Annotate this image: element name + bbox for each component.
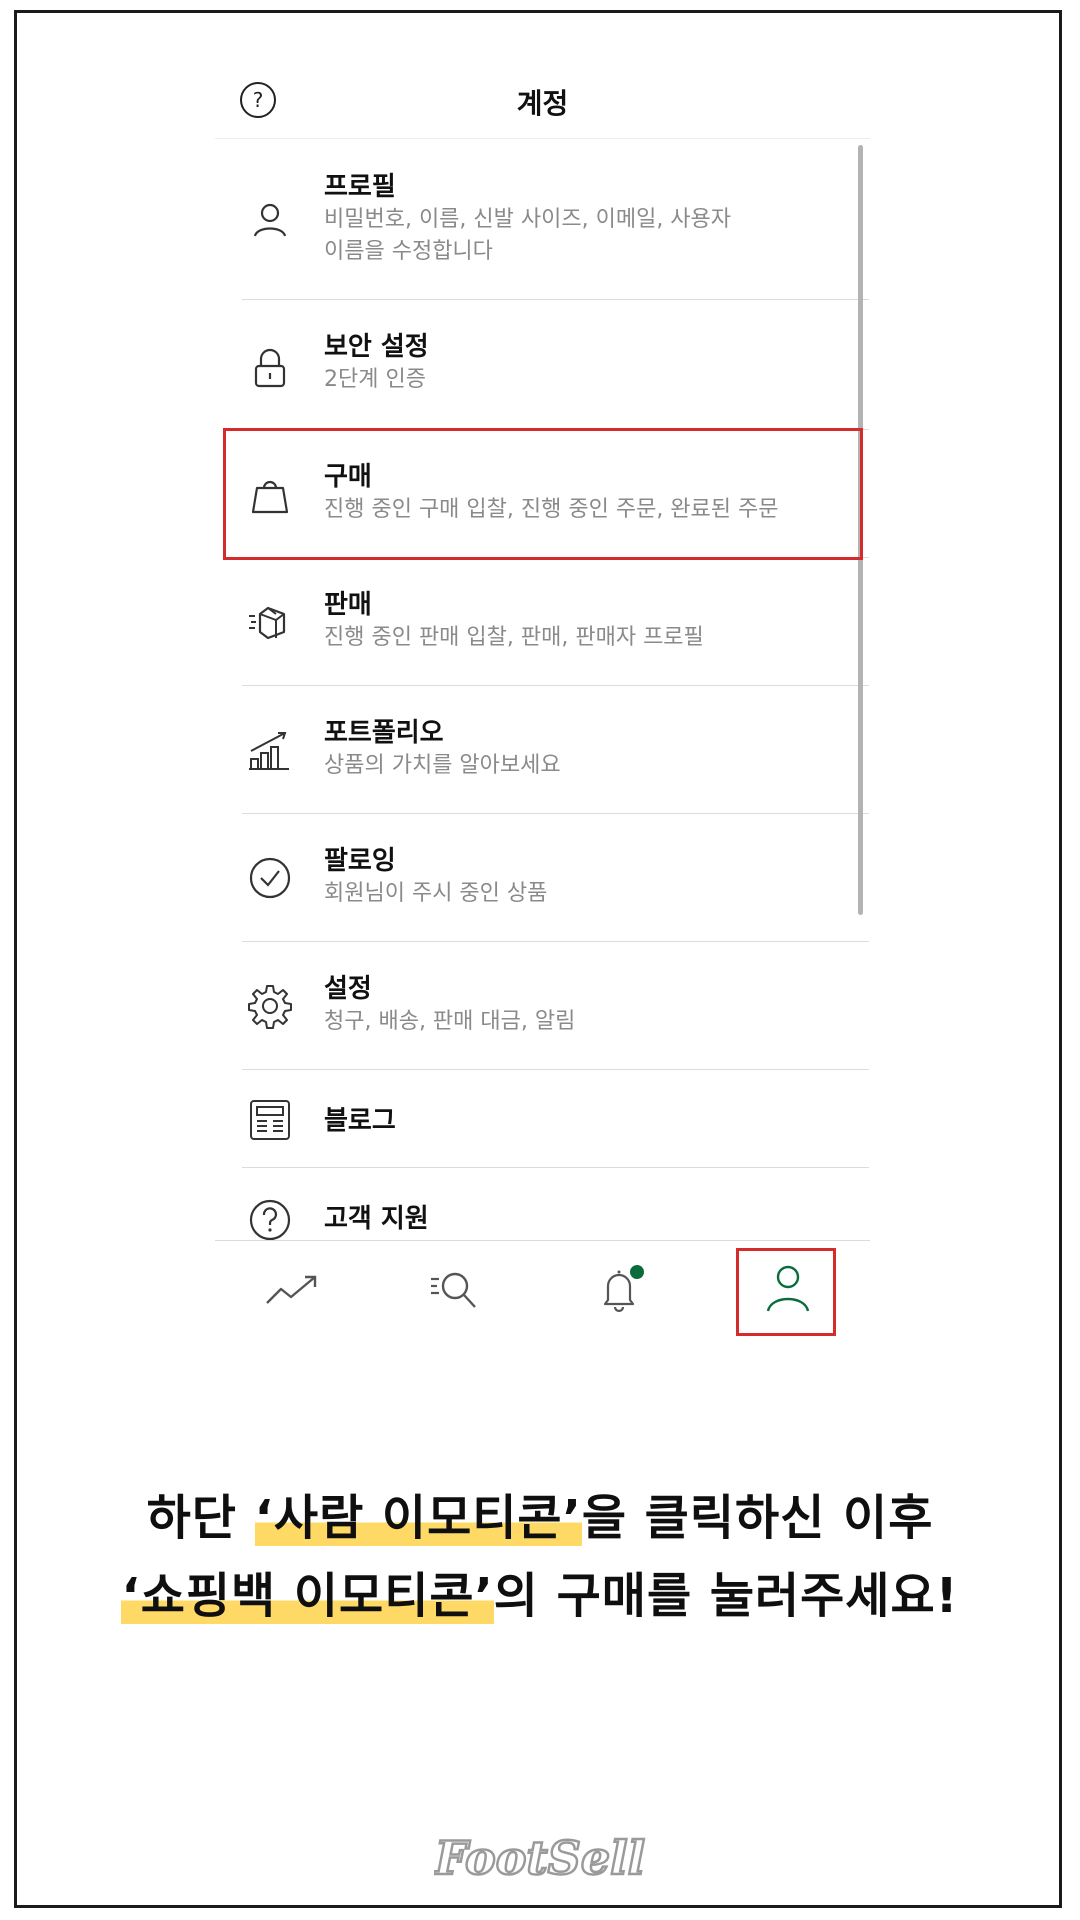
menu-item-title: 팔로잉 bbox=[324, 846, 396, 876]
account-menu-list: 프로필 비밀번호, 이름, 신발 사이즈, 이메일, 사용자 이름을 수정합니다… bbox=[215, 140, 870, 1305]
menu-item-portfolio[interactable]: 포트폴리오 상품의 가치를 알아보세요 bbox=[242, 686, 869, 814]
search-list-icon bbox=[427, 1267, 483, 1315]
menu-item-title: 보안 설정 bbox=[324, 332, 429, 362]
caption-text: 하단 bbox=[146, 1490, 255, 1546]
header-divider bbox=[215, 138, 870, 139]
purchase-highlight-box bbox=[223, 428, 863, 560]
menu-item-description: 상품의 가치를 알아보세요 bbox=[324, 753, 561, 778]
instruction-line-1: 하단 ‘사람 이모티콘’을 클릭하신 이후 bbox=[0, 1478, 1080, 1548]
page-title: 계정 bbox=[516, 87, 569, 120]
menu-item-description: 회원님이 주시 중인 상품 bbox=[324, 881, 548, 906]
account-screen: ? 계정 프로필 비밀번호, 이름, 신발 사이즈, 이메일, 사용자 이름을 … bbox=[215, 60, 870, 1350]
logo-wordmark: FootSell bbox=[434, 1831, 645, 1885]
tab-trending[interactable] bbox=[243, 1251, 343, 1331]
caption-text: 을 클릭하신 이후 bbox=[581, 1490, 934, 1546]
lock-icon bbox=[242, 340, 298, 396]
menu-item-title: 프로필 bbox=[324, 172, 396, 202]
menu-item-description: 2단계 인증 bbox=[324, 367, 426, 392]
menu-item-title: 고객 지원 bbox=[324, 1204, 429, 1234]
menu-item-description: 비밀번호, 이름, 신발 사이즈, 이메일, 사용자 이름을 수정합니다 bbox=[324, 207, 732, 264]
menu-item-sell[interactable]: 판매 진행 중인 판매 입찰, 판매, 판매자 프로필 bbox=[242, 558, 869, 686]
menu-item-blog[interactable]: 블로그 bbox=[242, 1070, 869, 1168]
person-icon bbox=[242, 192, 298, 248]
blog-icon bbox=[242, 1092, 298, 1148]
tab-search[interactable] bbox=[405, 1251, 505, 1331]
bell-icon bbox=[595, 1264, 645, 1318]
caption-highlight: ‘쇼핑백 이모티콘’ bbox=[121, 1568, 494, 1624]
gear-icon bbox=[242, 978, 298, 1034]
caption-text: 의 구매를 눌러주세요! bbox=[493, 1568, 959, 1624]
menu-item-title: 포트폴리오 bbox=[324, 718, 444, 748]
trending-icon bbox=[265, 1271, 321, 1311]
menu-item-title: 판매 bbox=[324, 590, 372, 620]
check-circle-icon bbox=[242, 850, 298, 906]
portfolio-chart-icon bbox=[242, 722, 298, 778]
menu-item-title: 블로그 bbox=[324, 1106, 396, 1136]
footsell-logo: FootSell bbox=[432, 1818, 647, 1898]
box-icon bbox=[242, 594, 298, 650]
instruction-line-2: ‘쇼핑백 이모티콘’의 구매를 눌러주세요! bbox=[0, 1556, 1080, 1626]
tab-notifications[interactable] bbox=[570, 1251, 670, 1331]
menu-item-following[interactable]: 팔로잉 회원님이 주시 중인 상품 bbox=[242, 814, 869, 942]
menu-item-security[interactable]: 보안 설정 2단계 인증 bbox=[242, 300, 869, 430]
menu-item-description: 진행 중인 판매 입찰, 판매, 판매자 프로필 bbox=[324, 625, 704, 650]
menu-item-title: 설정 bbox=[324, 974, 372, 1004]
menu-item-profile[interactable]: 프로필 비밀번호, 이름, 신발 사이즈, 이메일, 사용자 이름을 수정합니다 bbox=[242, 140, 869, 300]
caption-highlight: ‘사람 이모티콘’ bbox=[254, 1490, 582, 1546]
menu-item-description: 청구, 배송, 판매 대금, 알림 bbox=[324, 1009, 576, 1034]
account-tab-highlight-box bbox=[736, 1248, 836, 1336]
app-header: ? 계정 bbox=[215, 60, 870, 140]
menu-item-settings[interactable]: 설정 청구, 배송, 판매 대금, 알림 bbox=[242, 942, 869, 1070]
